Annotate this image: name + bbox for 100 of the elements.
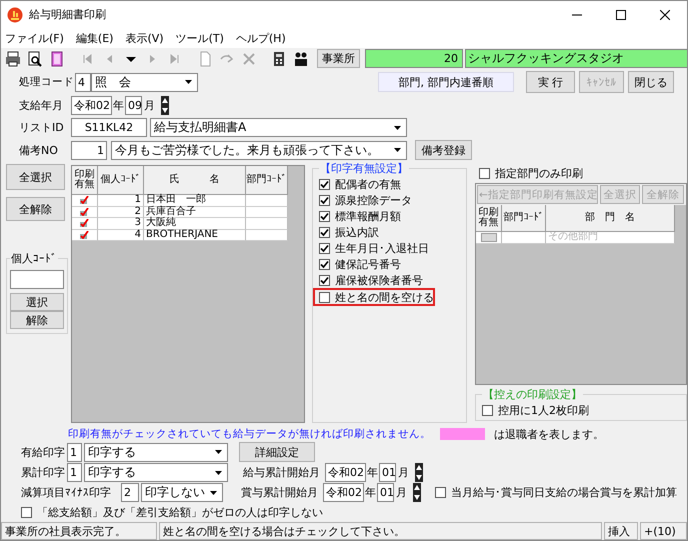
- dropdown[interactable]: 照 会: [91, 72, 198, 92]
- checkbox-label: 「総支給額」及び「差引支給額」がゼロの人は印字しない: [37, 504, 323, 520]
- spinner-icon[interactable]: [415, 463, 423, 482]
- input-field[interactable]: 令和02: [71, 96, 112, 115]
- menu-item[interactable]: 表示(V): [125, 30, 164, 46]
- office-code-field: 20: [365, 49, 463, 68]
- maximize-icon[interactable]: [616, 10, 626, 20]
- dropdown[interactable]: 印字する: [84, 442, 228, 462]
- column-header: 部門ｺｰﾄﾞ: [246, 166, 288, 195]
- status-text: 姓と名の間を空ける場合はチェックして下さい。: [159, 522, 602, 540]
- field-label: 賞与累計開始月: [241, 485, 319, 500]
- dropdown[interactable]: 印字しない: [141, 483, 223, 502]
- status-text: 挿入: [604, 522, 638, 540]
- input-field[interactable]: 1: [71, 140, 107, 160]
- unit-label: 年: [365, 485, 376, 500]
- table-cell: その他部門: [546, 232, 675, 244]
- table-cell: 4: [98, 230, 144, 241]
- field-label: 処理コード: [19, 75, 75, 89]
- checkbox-label: 控用に1人2枚印刷: [498, 402, 589, 418]
- calculator-icon[interactable]: [271, 50, 287, 66]
- checkbox-label: 雇保被保険者番号: [335, 272, 423, 288]
- checkbox[interactable]: [319, 210, 330, 222]
- dropdown[interactable]: 印字する: [84, 463, 228, 482]
- field-label: 支給年月: [19, 98, 64, 113]
- input-field[interactable]: 1: [67, 442, 82, 462]
- unit-label: 月: [144, 98, 155, 113]
- column-header: 氏 名: [144, 166, 246, 195]
- checkbox[interactable]: [479, 168, 490, 178]
- dropdown[interactable]: 給与支払明細書A: [150, 118, 407, 137]
- input-field[interactable]: 令和02: [325, 463, 366, 482]
- dropdown[interactable]: 今月もご苦労様でした。来月も頑張って下さい。: [111, 140, 407, 160]
- unit-label: 年: [367, 465, 378, 480]
- sort-order-label: 部門, 部門内連番順: [378, 72, 514, 92]
- column-header: 印刷有無: [476, 205, 502, 232]
- dropdown-arrow-icon: [210, 490, 217, 494]
- input-field[interactable]: 4: [75, 72, 91, 92]
- group-title: 個人ｺｰﾄﾞ: [10, 251, 58, 266]
- print-preview-icon[interactable]: [27, 50, 43, 66]
- field-label: 減算項目ﾏｲﾅｽ印字: [21, 485, 112, 500]
- dropdown-arrow-icon: [215, 470, 222, 474]
- checkbox[interactable]: [319, 226, 330, 238]
- checkbox[interactable]: [319, 242, 330, 254]
- menu-item[interactable]: ツール(T): [176, 30, 224, 46]
- dropdown-arrow-icon: [394, 148, 401, 152]
- checkbox-label: 生年月日･入退社日: [335, 240, 429, 256]
- dropdown-arrow-icon: [394, 126, 401, 130]
- table-cell: BROTHERJANE: [144, 230, 246, 241]
- close-icon[interactable]: [660, 10, 670, 20]
- button[interactable]: 選択: [10, 293, 64, 311]
- print-toggle[interactable]: [480, 232, 496, 242]
- input-field[interactable]: 2: [121, 483, 139, 502]
- checkbox-label: 振込内訳: [335, 224, 379, 240]
- checkbox-label: 標準報酬月額: [335, 208, 401, 224]
- button[interactable]: 全解除: [6, 197, 65, 221]
- checkbox-label: 指定部門のみ印刷: [495, 166, 583, 180]
- unit-label: 月: [396, 485, 407, 500]
- input-field[interactable]: [10, 270, 64, 289]
- checkbox-label: 健保記号番号: [335, 256, 401, 272]
- notice-text: 印刷有無がチェックされていても給与データが無ければ印刷されません。: [68, 427, 431, 441]
- field-label: 備考NO: [19, 142, 59, 158]
- button[interactable]: 備考登録: [415, 140, 472, 160]
- app-icon: [7, 6, 23, 22]
- input-field[interactable]: 01: [379, 463, 396, 482]
- column-header: 個人ｺｰﾄﾞ: [98, 166, 144, 195]
- checkbox-label: 源泉控除データ: [335, 192, 412, 208]
- checkbox[interactable]: [319, 178, 330, 190]
- checkbox[interactable]: [21, 506, 32, 518]
- printer-icon[interactable]: [5, 50, 21, 66]
- spinner-icon[interactable]: [161, 96, 169, 115]
- group-title: 【控えの印刷設定】: [482, 387, 583, 402]
- spinner-icon[interactable]: [413, 483, 421, 502]
- field-label: 累計印字: [21, 465, 66, 480]
- button[interactable]: 詳細設定: [239, 442, 315, 462]
- checkbox[interactable]: [319, 274, 330, 286]
- people-icon[interactable]: [293, 50, 309, 66]
- button[interactable]: 解除: [10, 311, 64, 329]
- checkbox[interactable]: [435, 487, 446, 498]
- checkbox[interactable]: [319, 292, 330, 302]
- status-text: 事業所の社員表示完了。: [1, 522, 157, 540]
- menu-item[interactable]: ファイル(F): [5, 30, 64, 46]
- input-field[interactable]: 1: [67, 463, 82, 482]
- column-header: 部 門 名: [546, 205, 675, 232]
- field-label: 有給印字: [21, 444, 66, 460]
- checkbox-label: 配偶者の有無: [335, 176, 401, 192]
- button[interactable]: 実 行: [526, 71, 575, 93]
- button[interactable]: 閉じる: [628, 71, 674, 93]
- input-field[interactable]: 令和02: [323, 483, 364, 502]
- checkbox[interactable]: [482, 404, 493, 416]
- dropdown-arrow-icon: [185, 80, 192, 84]
- checkbox[interactable]: [319, 194, 330, 206]
- button[interactable]: 事業所: [317, 49, 360, 68]
- checkbox[interactable]: [319, 258, 330, 270]
- unit-label: 月: [398, 465, 409, 480]
- menu-item[interactable]: ヘルプ(H): [236, 30, 286, 46]
- input-field[interactable]: S11KL42: [71, 118, 147, 137]
- button[interactable]: 全選択: [6, 164, 65, 190]
- menu-item[interactable]: 編集(E): [76, 30, 114, 46]
- input-field[interactable]: 01: [377, 483, 394, 502]
- input-field[interactable]: 09: [125, 96, 142, 115]
- document-icon[interactable]: [49, 50, 65, 66]
